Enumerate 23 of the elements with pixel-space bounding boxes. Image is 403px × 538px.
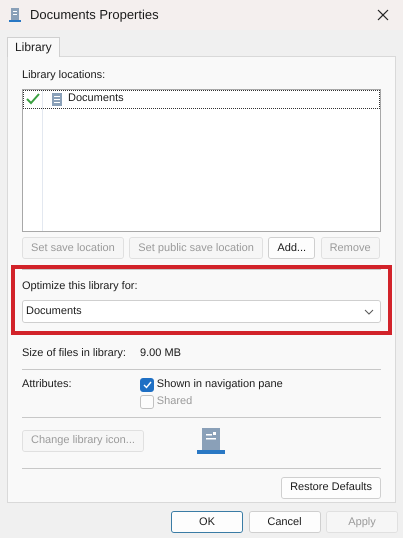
window-title: Documents Properties: [30, 6, 159, 24]
dialog-button[interactable]: OK: [171, 511, 243, 533]
close-icon[interactable]: [377, 9, 389, 21]
restore-defaults-button[interactable]: Restore Defaults: [281, 476, 381, 498]
chevron-icon: [364, 308, 374, 314]
checkmark-icon: [142, 380, 152, 389]
location-item[interactable]: Documents: [68, 92, 124, 106]
checkbox-label: Shared: [156, 394, 192, 408]
check-icon: [26, 93, 40, 106]
field-label: Optimize this library for:: [22, 280, 139, 294]
attributes-label: Attributes:: [22, 378, 73, 392]
checkbox[interactable]: [140, 378, 154, 392]
size-value: 9.00 MB: [140, 347, 181, 361]
library-icon: [196, 426, 226, 454]
optimize-dropdown[interactable]: Documents: [22, 300, 381, 323]
tab[interactable]: Library: [7, 37, 60, 57]
section-label: Library locations:: [22, 69, 106, 83]
checkbox-label: Shown in navigation pane: [156, 378, 283, 392]
document-icon: [52, 92, 62, 106]
size-label: Size of files in library:: [22, 347, 127, 361]
library-icon: [8, 7, 22, 23]
dialog-button[interactable]: Cancel: [248, 511, 320, 533]
location-button[interactable]: Add...: [268, 237, 316, 260]
